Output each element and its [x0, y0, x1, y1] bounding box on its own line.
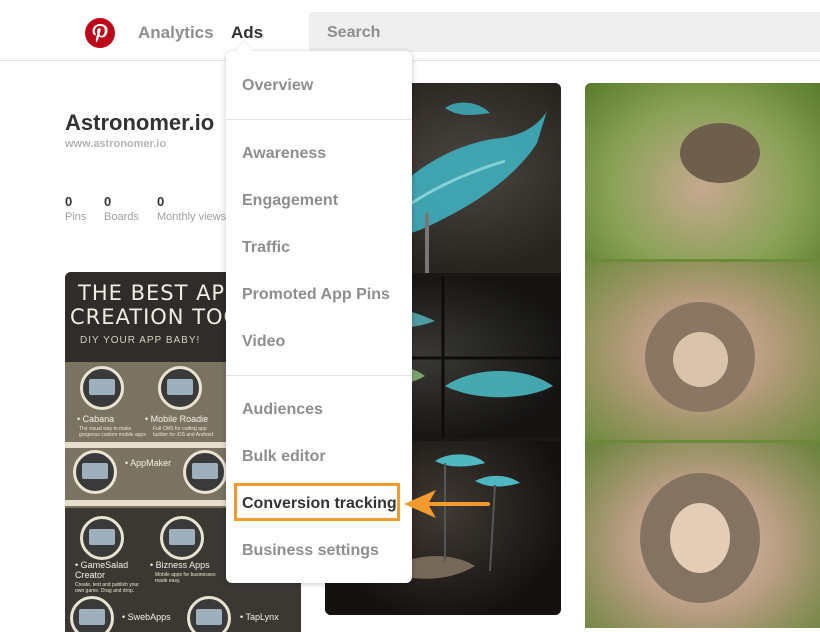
app-screenshot-image	[73, 450, 117, 494]
hedgehog-pin[interactable]	[585, 83, 820, 628]
stat-boards-label: Boards	[104, 211, 139, 223]
stat-pins[interactable]: 0 Pins	[65, 194, 86, 223]
infographic-title-line1: THE BEST APP	[78, 281, 239, 305]
menu-divider	[226, 119, 412, 120]
menu-item-bulk-editor[interactable]: Bulk editor	[242, 448, 326, 466]
app-screenshot-image	[187, 596, 231, 632]
infographic-subtitle: DIY YOUR APP BABY!	[80, 335, 201, 346]
profile-name: Astronomer.io	[65, 110, 215, 135]
app-label: AppMaker	[125, 458, 171, 468]
app-screenshot-image	[160, 516, 204, 560]
menu-item-promoted-app-pins[interactable]: Promoted App Pins	[242, 286, 390, 304]
stat-monthly-views-label: Monthly views	[157, 211, 227, 223]
stat-boards-value: 0	[104, 194, 112, 209]
app-description: Full CMS for cutting app builder for iOS…	[153, 426, 214, 438]
app-description: Mobile apps for businesses made easy.	[155, 572, 216, 584]
app-screenshot-image	[70, 596, 114, 632]
hedgehog-image	[585, 262, 820, 440]
menu-item-audiences[interactable]: Audiences	[242, 401, 323, 419]
app-description: The visual way to make gorgeous custom m…	[79, 426, 146, 438]
stat-monthly-views[interactable]: 0 Monthly views	[157, 194, 226, 223]
profile-url[interactable]: www.astronomer.io	[65, 138, 166, 150]
app-label: Mobile Roadie	[145, 414, 209, 424]
nav-ads[interactable]: Ads	[231, 23, 263, 43]
stat-pins-label: Pins	[65, 211, 87, 223]
menu-divider	[226, 375, 412, 376]
stat-monthly-views-value: 0	[157, 194, 165, 209]
app-label: Bizness Apps	[150, 560, 210, 570]
menu-item-engagement[interactable]: Engagement	[242, 192, 338, 210]
menu-item-awareness[interactable]: Awareness	[242, 145, 326, 163]
app-label: TapLynx	[240, 612, 279, 622]
hedgehog-image	[585, 443, 820, 628]
ads-dropdown-menu: Overview Awareness Engagement Traffic Pr…	[226, 41, 412, 583]
hedgehog-image	[585, 83, 820, 259]
app-label: GameSalad Creator	[75, 560, 145, 580]
stat-boards[interactable]: 0 Boards	[104, 194, 139, 223]
menu-item-business-settings[interactable]: Business settings	[242, 542, 379, 560]
app-screenshot-image	[158, 366, 202, 410]
pinterest-logo-icon[interactable]	[85, 18, 115, 48]
app-label: SwebApps	[122, 612, 171, 622]
app-screenshot-image	[80, 366, 124, 410]
menu-item-traffic[interactable]: Traffic	[242, 239, 290, 257]
app-screenshot-image	[80, 516, 124, 560]
search-placeholder: Search	[327, 24, 381, 41]
nav-analytics[interactable]: Analytics	[138, 23, 214, 43]
app-screenshot-image	[183, 450, 227, 494]
search-input[interactable]: Search	[309, 12, 820, 52]
menu-item-video[interactable]: Video	[242, 333, 285, 351]
app-description: Create, test and publish your own game. …	[75, 582, 139, 594]
menu-item-conversion-tracking[interactable]: Conversion tracking	[242, 495, 397, 513]
arrow-left-icon	[404, 490, 490, 518]
menu-item-overview[interactable]: Overview	[242, 77, 313, 95]
app-label: Cabana	[77, 414, 115, 424]
stat-pins-value: 0	[65, 194, 73, 209]
